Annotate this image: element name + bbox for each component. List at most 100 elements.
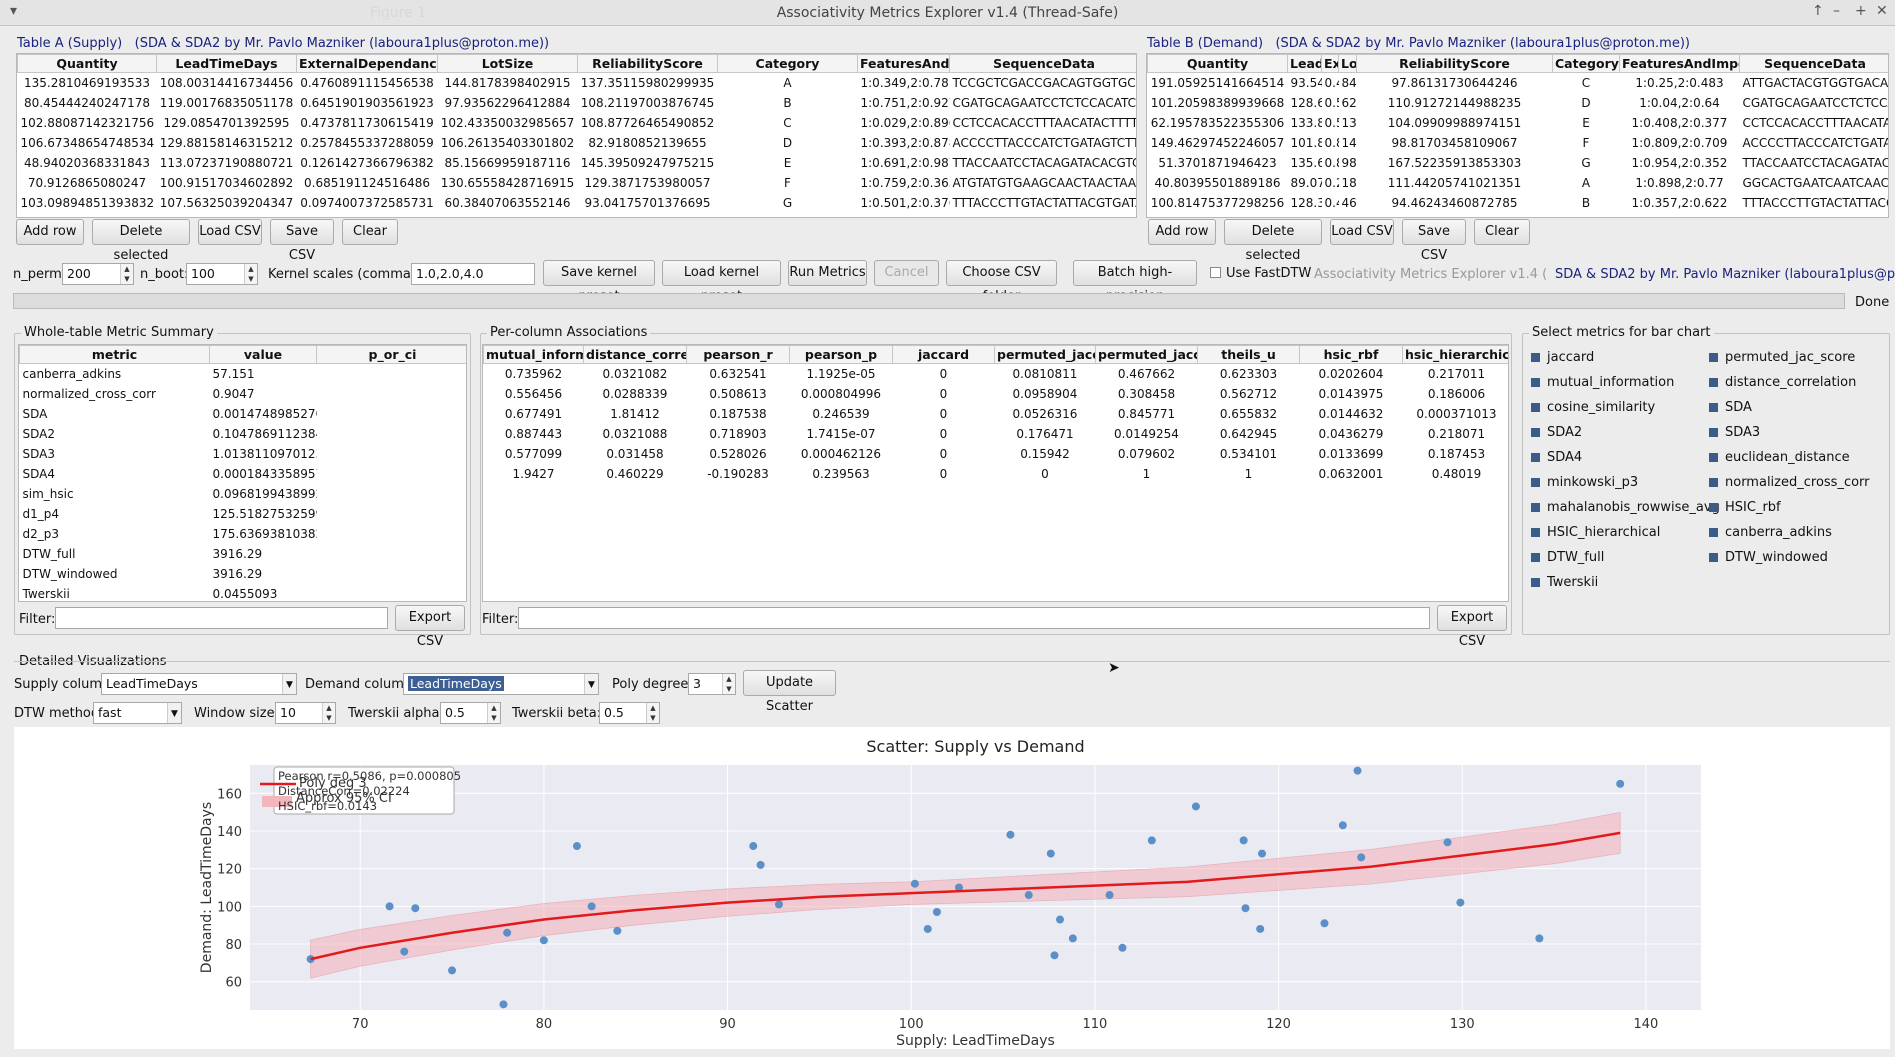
checked-box-icon[interactable] (1531, 528, 1540, 537)
table-cell[interactable]: 0.0436279 (1300, 424, 1403, 444)
table-cell[interactable]: 0.186006 (1403, 384, 1509, 404)
table-row[interactable]: SDA40.000184335895726 (20, 464, 467, 484)
column-header[interactable]: Category (717, 54, 858, 73)
table-cell[interactable]: 0.1261427366796382 (297, 153, 438, 173)
column-header[interactable]: SequenceData (949, 54, 1136, 73)
metric-checkbox-sda2[interactable]: SDA2 (1531, 425, 1582, 440)
table-cell[interactable]: normalized_cross_corr (20, 384, 210, 404)
table-cell[interactable]: 0.0144632 (1300, 404, 1403, 424)
column-header[interactable]: FeaturesAndIn (857, 54, 950, 73)
table-row[interactable]: 1.9427 0.460229 -0.190283 0.239563 0 0 1 1 0.063… (484, 464, 1509, 484)
table-cell[interactable]: 97.93562296412884 (438, 93, 578, 113)
table-cell[interactable]: 1:0.751,2:0.927 (858, 93, 950, 113)
table-cell[interactable]: 0.000371013 (1403, 404, 1509, 424)
table-cell[interactable]: 0 (893, 464, 995, 484)
table-cell[interactable] (317, 464, 467, 484)
table-cell[interactable]: 0.0526316 (995, 404, 1096, 424)
table-cell[interactable]: 129.3871753980057 (578, 173, 718, 193)
poly-degree-spinbox[interactable]: 3 ▲ ▼ (688, 673, 736, 695)
table-cell[interactable]: 0.187538 (687, 404, 790, 424)
table-cell[interactable]: E (1553, 113, 1620, 133)
table-row[interactable]: d2_p3175.6369381038294 (20, 524, 467, 544)
table-cell[interactable]: ACCCCTTACCCATCTGATA( (1740, 133, 1889, 153)
table-cell[interactable]: SDA3 (20, 444, 210, 464)
table-cell[interactable]: 0.4 (1322, 193, 1339, 213)
table-cell[interactable]: 0.0810811 (995, 364, 1096, 384)
column-header[interactable]: hsic_hierarchical (1402, 345, 1508, 364)
table-cell[interactable]: 129.0854701392595 (157, 113, 297, 133)
table-cell[interactable]: 0.655832 (1198, 404, 1300, 424)
table-cell[interactable]: 70.9126865080247 (18, 173, 157, 193)
table-cell[interactable]: 103.09894851393832 (18, 193, 157, 213)
table-cell[interactable]: 85.15669959187116 (438, 153, 578, 173)
table-cell[interactable]: 130.65558428716915 (438, 173, 578, 193)
choose-csv-folder-button[interactable]: Choose CSV folder (946, 260, 1057, 304)
table-row[interactable]: 0.735962 0.0321082 0.632541 1.1925e-05 0 0.08… (484, 364, 1509, 384)
run-metrics-button[interactable]: Run Metrics (788, 260, 867, 286)
table-cell[interactable]: 0.0632001 (1300, 464, 1403, 484)
table-cell[interactable]: 0.534101 (1198, 444, 1300, 464)
table-cell[interactable]: F (718, 173, 858, 193)
table-cell[interactable]: 92.25346365184096 (438, 213, 578, 218)
table-cell[interactable]: 144.8178398402915 (438, 73, 578, 93)
table-cell[interactable]: 82.9180852139655 (578, 133, 718, 153)
table-cell[interactable]: 0.031458 (584, 444, 687, 464)
column-header[interactable]: ReliabilityScore (1356, 54, 1553, 73)
percol-export-csv-button[interactable]: Export CSV (1437, 605, 1507, 649)
table-cell[interactable]: 0.2578455337288059 (297, 133, 438, 153)
column-header[interactable]: jaccard (892, 345, 995, 364)
metric-checkbox-twerskii[interactable]: Twerskii (1531, 575, 1598, 590)
table-cell[interactable]: 1.013811097012304 (210, 444, 317, 464)
table-cell[interactable]: 1:0.759,2:0.365 (858, 173, 950, 193)
table-cell[interactable]: 113.07237190880721 (157, 153, 297, 173)
table-cell[interactable]: 0.677491 (484, 404, 584, 424)
table-cell[interactable]: ATGTATGTGAAGCAACTAACTAAGTC/ (950, 173, 1137, 193)
metric-checkbox-cosine_similarity[interactable]: cosine_similarity (1531, 400, 1655, 415)
table-row[interactable]: 135.2810469193533 108.00314416734456 0.476… (18, 73, 1136, 93)
table-row[interactable]: 40.8039550188918689.070.218111.442057410… (1148, 173, 1889, 193)
twerskii-beta-spinbox[interactable]: 0.5 ▲ ▼ (599, 702, 660, 724)
table-cell[interactable]: 100.91517034602892 (157, 173, 297, 193)
table-row[interactable]: d1_p4125.5182753259986 (20, 504, 467, 524)
table-row[interactable]: DTW_full 3916.29 (20, 544, 467, 564)
metric-checkbox-canberra_adkins[interactable]: canberra_adkins (1709, 525, 1832, 540)
table-cell[interactable]: 93.04175701376695 (578, 193, 718, 213)
table-cell[interactable]: 119.00176835051178 (157, 93, 297, 113)
table-cell[interactable]: TTACCAATCCTACAGATACACGTCCG/ (950, 153, 1137, 173)
table-cell[interactable]: 128.6 (1288, 93, 1322, 113)
table-cell[interactable]: d2_p3 (20, 524, 210, 544)
table-cell[interactable]: 0.246539 (790, 404, 893, 424)
column-header[interactable]: value (209, 345, 317, 364)
column-header[interactable]: metric (19, 345, 210, 364)
chevron-down-icon[interactable]: ▼ (167, 703, 181, 723)
table-cell[interactable]: GGCTATATATGTGGTCTGT. (1740, 213, 1889, 218)
table-row[interactable]: 101.20598389939668128.60.562110.91272144… (1148, 93, 1888, 113)
checked-box-icon[interactable] (1709, 403, 1718, 412)
checked-box-icon[interactable] (1709, 553, 1718, 562)
table-cell[interactable]: 0 (893, 424, 995, 444)
table-cell[interactable]: D (718, 133, 858, 153)
table-cell[interactable]: F (1553, 133, 1620, 153)
table-cell[interactable]: 0.623303 (1198, 364, 1300, 384)
table-row[interactable]: normalized_cross_corr 0.9047 (20, 384, 467, 404)
chevron-down-icon[interactable]: ▼ (282, 674, 296, 694)
table-cell[interactable]: G (1553, 153, 1620, 173)
keep-above-icon[interactable]: ↑ (1812, 3, 1824, 19)
table-cell[interactable]: 1:0.289,2:0.874 (1620, 213, 1740, 218)
checkbox-box-icon[interactable] (1210, 267, 1221, 278)
table-cell[interactable]: 1:0.393,2:0.878 (858, 133, 950, 153)
table-cell[interactable]: 0.218071 (1403, 424, 1509, 444)
table-cell[interactable]: 0.5 (1322, 93, 1339, 113)
table-cell[interactable]: 1:0.029,2:0.896 (858, 113, 950, 133)
checked-box-icon[interactable] (1531, 428, 1540, 437)
table-cell[interactable]: 0.0202604 (1300, 364, 1403, 384)
column-header[interactable]: FeaturesAndImportanc (1619, 54, 1740, 73)
column-header[interactable]: ExternalDependancies( (296, 54, 438, 73)
table-cell[interactable]: 125.5182753259986 (210, 504, 317, 524)
checked-box-icon[interactable] (1709, 503, 1718, 512)
checked-box-icon[interactable] (1709, 353, 1718, 362)
table-a-add-row-button[interactable]: Add row (16, 219, 84, 245)
table-cell[interactable]: 108.21197003876745 (578, 93, 718, 113)
n-boot-spinbox[interactable]: 100 ▲ ▼ (186, 263, 258, 285)
table-cell[interactable]: SDA4 (20, 464, 210, 484)
